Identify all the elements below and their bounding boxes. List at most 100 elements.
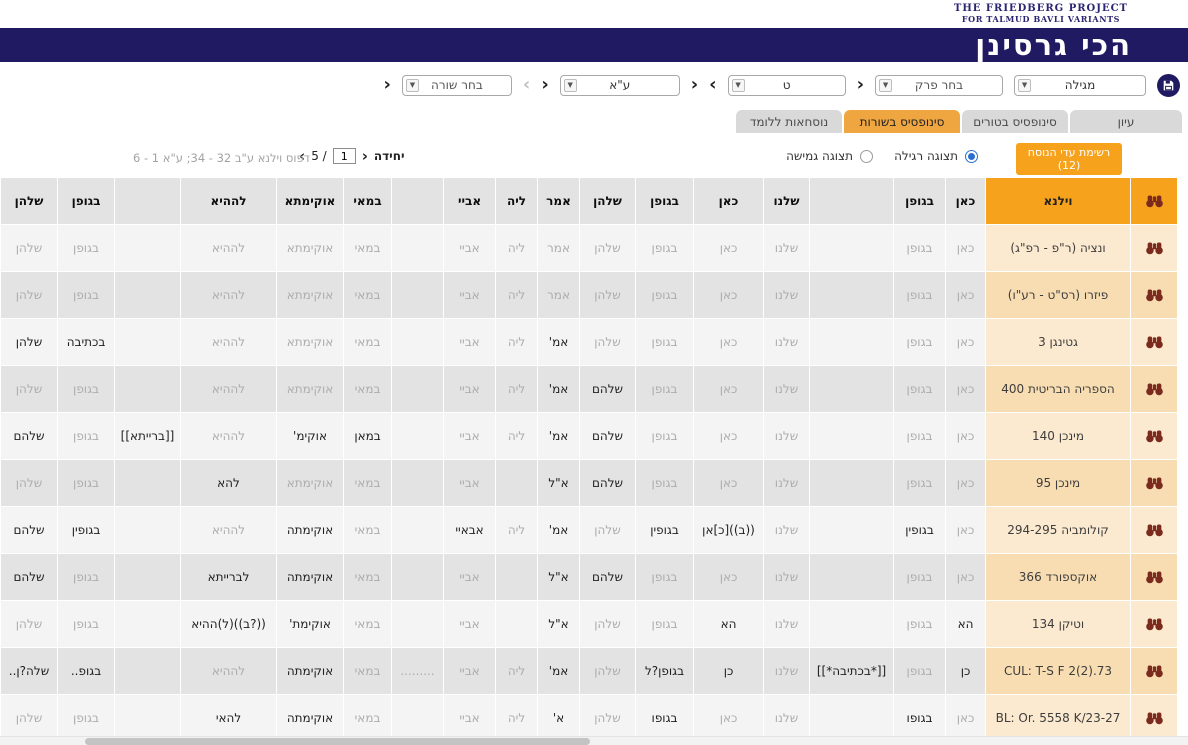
word-cell[interactable]: אביי	[443, 554, 495, 601]
binoculars-icon[interactable]	[1130, 178, 1177, 225]
word-cell[interactable]: במאי	[343, 460, 391, 507]
word-cell[interactable]: כאן	[693, 695, 763, 742]
word-cell[interactable]: לההיא	[180, 319, 276, 366]
word-cell[interactable]: בגופו	[893, 695, 945, 742]
word-cell[interactable]: א"ל	[537, 460, 579, 507]
witness-name[interactable]: מינכן 95	[985, 460, 1130, 507]
word-cell[interactable]: שלהם	[0, 507, 57, 554]
word-cell[interactable]: במאי	[343, 225, 391, 272]
word-cell[interactable]: אוקימתא	[276, 460, 343, 507]
word-cell[interactable]: לההיא	[180, 272, 276, 319]
word-cell[interactable]: אמר	[537, 272, 579, 319]
scrollbar-thumb[interactable]	[85, 738, 590, 745]
daf-select[interactable]: ט ▼	[727, 74, 846, 96]
line-select[interactable]: בחר שורה ▼	[401, 74, 512, 96]
word-cell[interactable]: אמ'	[537, 319, 579, 366]
word-cell[interactable]: בגופו	[635, 695, 693, 742]
word-cell[interactable]: שלנו	[763, 554, 809, 601]
binoculars-icon[interactable]	[1130, 413, 1177, 460]
binoculars-icon[interactable]	[1130, 272, 1177, 319]
word-cell[interactable]: ליה	[495, 272, 537, 319]
tractate-select[interactable]: מגילה ▼	[1014, 74, 1146, 96]
binoculars-icon[interactable]	[1130, 366, 1177, 413]
binoculars-icon[interactable]	[1130, 460, 1177, 507]
word-cell[interactable]: שלהם	[579, 554, 635, 601]
word-cell[interactable]: שלהן	[579, 507, 635, 554]
word-cell[interactable]: בגופן	[635, 366, 693, 413]
word-cell[interactable]: ליה	[495, 507, 537, 554]
word-cell[interactable]: ליה	[495, 695, 537, 742]
word-cell[interactable]: שלהם	[579, 460, 635, 507]
word-cell[interactable]: שלהן	[0, 460, 57, 507]
horizontal-scrollbar[interactable]	[0, 736, 1188, 745]
word-cell[interactable]: במאי	[343, 554, 391, 601]
tab-iyun[interactable]: עיון	[1070, 110, 1182, 133]
amud-select[interactable]: ע"א ▼	[559, 74, 680, 96]
word-cell[interactable]: כאן	[693, 460, 763, 507]
word-cell[interactable]: שלהם	[579, 366, 635, 413]
word-cell[interactable]: בגופן	[57, 695, 114, 742]
word-cell[interactable]: אביי	[443, 695, 495, 742]
word-cell[interactable]: בכתיבה	[57, 319, 114, 366]
word-cell[interactable]: כאן	[945, 272, 985, 319]
word-cell[interactable]: שלהן	[579, 695, 635, 742]
word-cell[interactable]: אביי	[443, 648, 495, 695]
word-cell[interactable]: הא	[693, 601, 763, 648]
word-cell[interactable]: שלהן	[0, 225, 57, 272]
word-cell[interactable]: .........	[391, 648, 443, 695]
witness-name[interactable]: BL: Or. 5558 K/23-27	[985, 695, 1130, 742]
word-cell[interactable]: בגופין	[57, 507, 114, 554]
chapter-select[interactable]: בחר פרק ▼	[875, 74, 1003, 96]
word-cell[interactable]: אביי	[443, 272, 495, 319]
word-cell[interactable]: אוקימתה	[276, 695, 343, 742]
word-cell[interactable]: אמ'	[537, 648, 579, 695]
word-cell[interactable]: בגופן	[893, 413, 945, 460]
word-cell[interactable]: במאי	[343, 366, 391, 413]
word-cell[interactable]: אביי	[443, 178, 495, 225]
word-cell[interactable]: שלנו	[763, 460, 809, 507]
word-cell[interactable]: במאן	[343, 413, 391, 460]
word-cell[interactable]: כאן	[693, 178, 763, 225]
word-cell[interactable]: א'	[537, 695, 579, 742]
word-cell[interactable]: אוקימתה	[276, 554, 343, 601]
binoculars-icon[interactable]	[1130, 507, 1177, 554]
binoculars-icon[interactable]	[1130, 648, 1177, 695]
word-cell[interactable]: במאי	[343, 319, 391, 366]
word-cell[interactable]: ליה	[495, 225, 537, 272]
word-cell[interactable]: שלנו	[763, 413, 809, 460]
word-cell[interactable]: בגופ..	[57, 648, 114, 695]
word-cell[interactable]: שלהן	[0, 272, 57, 319]
word-cell[interactable]: ליה	[495, 648, 537, 695]
word-cell[interactable]: ((ב))[כ]אן	[693, 507, 763, 554]
word-cell[interactable]: כאן	[945, 366, 985, 413]
binoculars-icon[interactable]	[1130, 319, 1177, 366]
word-cell[interactable]: בגופן?ל	[635, 648, 693, 695]
word-cell[interactable]: בגופן	[893, 601, 945, 648]
word-cell[interactable]: לההיא	[180, 178, 276, 225]
word-cell[interactable]: שלנו	[763, 178, 809, 225]
word-cell[interactable]: בגופן	[57, 366, 114, 413]
word-cell[interactable]: בגופן	[635, 460, 693, 507]
word-cell[interactable]: ליה	[495, 319, 537, 366]
word-cell[interactable]: כאן	[693, 225, 763, 272]
word-cell[interactable]: אוקימ'	[276, 413, 343, 460]
word-cell[interactable]: אוקימתא	[276, 272, 343, 319]
word-cell[interactable]: במאי	[343, 178, 391, 225]
word-cell[interactable]: בגופן	[57, 413, 114, 460]
word-cell[interactable]: אוקימתא	[276, 178, 343, 225]
word-cell[interactable]: שלנו	[763, 225, 809, 272]
word-cell[interactable]: במאי	[343, 601, 391, 648]
word-cell[interactable]: כאן	[693, 319, 763, 366]
word-cell[interactable]: כאן	[945, 225, 985, 272]
word-cell[interactable]: כאן	[945, 507, 985, 554]
word-cell[interactable]: אמר	[537, 225, 579, 272]
word-cell[interactable]: לההיא	[180, 648, 276, 695]
witness-name[interactable]: ונציה (ר"פ - רפ"ג)	[985, 225, 1130, 272]
word-cell[interactable]: אמ'	[537, 413, 579, 460]
word-cell[interactable]: שלנו	[763, 366, 809, 413]
word-cell[interactable]: לברייתא	[180, 554, 276, 601]
word-cell[interactable]: בגופין	[635, 507, 693, 554]
word-cell[interactable]: בגופן	[893, 225, 945, 272]
word-cell[interactable]: שלהן	[579, 648, 635, 695]
word-cell[interactable]: לההיא	[180, 225, 276, 272]
